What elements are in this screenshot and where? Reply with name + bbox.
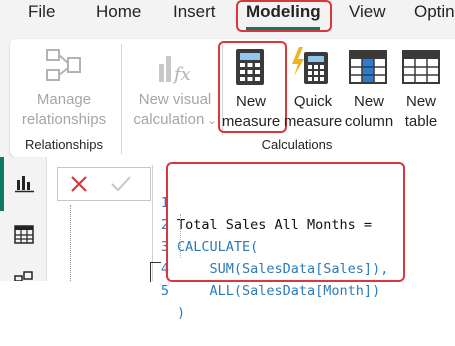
svg-text:fx: fx [172, 64, 191, 84]
new-measure-label-1: New [235, 93, 266, 110]
commit-check-icon[interactable] [110, 175, 132, 193]
new-column-button[interactable]: New column [343, 46, 395, 132]
new-visual-calculation-label-1: New visual [138, 91, 212, 108]
quick-measure-icon [292, 47, 328, 84]
quick-measure-label-2: measure [283, 113, 343, 130]
indent-guide [180, 214, 182, 258]
new-visual-calculation-button[interactable]: fx New visual calculation ⌄ [130, 46, 220, 132]
line-number: 5 [160, 283, 169, 299]
new-table-label-1: New [405, 93, 436, 110]
new-measure-label-2: measure [221, 113, 281, 130]
code-text: ) [177, 305, 186, 321]
code-text: CALCULATE( [177, 239, 259, 255]
visual-calculation-icon: fx [159, 56, 191, 84]
menu-file[interactable]: File [28, 0, 55, 26]
manage-relationships-label-1: Manage [36, 91, 92, 108]
new-table-label-2: table [404, 113, 438, 130]
report-view-icon[interactable] [14, 174, 36, 194]
new-column-label-1: New [353, 93, 384, 110]
table-view-icon[interactable] [14, 225, 36, 245]
code-text: ALL(SalesData[Month]) [177, 283, 381, 299]
quick-measure-button[interactable]: Quick measure [284, 46, 342, 132]
active-tab-indicator [246, 27, 320, 30]
quick-measure-label-1: Quick [293, 93, 333, 110]
code-line-5: 5 ) [155, 258, 188, 321]
rail-active-indicator [0, 157, 4, 211]
menu-insert[interactable]: Insert [173, 0, 216, 26]
manage-relationships-label-2: relationships [21, 111, 107, 128]
menu-modeling[interactable]: Modeling [246, 0, 321, 26]
new-visual-calculation-label-2: calculation ⌄ [133, 111, 217, 128]
relationships-icon [46, 49, 81, 81]
menu-home[interactable]: Home [96, 0, 141, 26]
new-column-label-2: column [344, 113, 394, 130]
calculator-icon [236, 49, 264, 85]
group-separator [121, 44, 122, 154]
table-column-icon [349, 50, 387, 84]
canvas-edge [70, 205, 156, 281]
table-icon [402, 50, 440, 84]
model-view-icon[interactable] [14, 270, 36, 281]
menu-bar: File Home Insert Modeling View Optin [0, 0, 455, 35]
manage-relationships-button[interactable]: Manage relationships [16, 46, 112, 132]
relationships-group-label: Relationships [24, 137, 104, 152]
cancel-x-icon[interactable] [70, 175, 88, 193]
new-table-button[interactable]: New table [397, 46, 445, 132]
code-line-1: 1 Total Sales All Months = [155, 170, 372, 233]
code-line-4: 4 ALL(SalesData[Month]) [155, 236, 380, 299]
new-measure-button[interactable]: New measure [220, 46, 282, 132]
menu-options[interactable]: Optin [414, 0, 455, 26]
formula-actions [57, 167, 151, 201]
chevron-down-icon: ⌄ [204, 115, 217, 127]
code-text: Total Sales All Months = [177, 217, 373, 233]
code-line-2: 2 CALCULATE( [155, 192, 258, 255]
code-text: SUM(SalesData[Sales]), [177, 261, 389, 277]
calculations-group-label: Calculations [261, 137, 333, 152]
menu-view[interactable]: View [349, 0, 386, 26]
code-line-3: 3 SUM(SalesData[Sales]), [155, 214, 388, 277]
